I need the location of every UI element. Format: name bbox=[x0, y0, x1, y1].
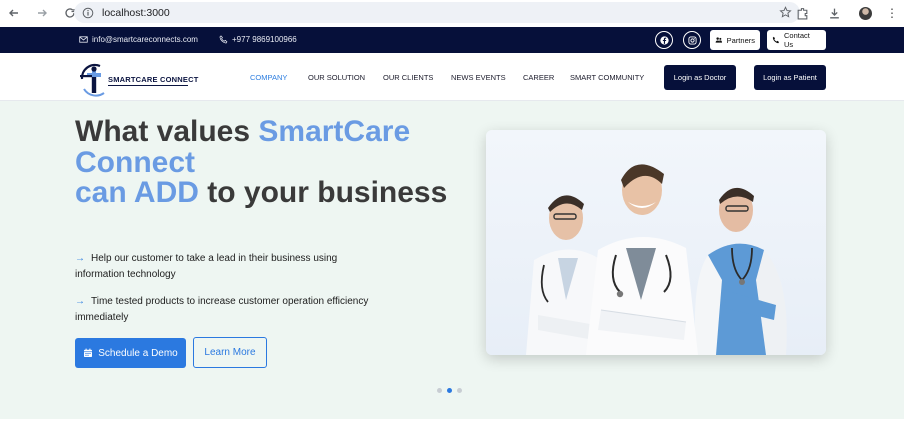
carousel-dot[interactable] bbox=[437, 388, 442, 393]
arrow-right-icon: → bbox=[75, 296, 85, 307]
mail-icon bbox=[79, 36, 88, 43]
doctors-illustration bbox=[526, 164, 787, 355]
calendar-icon bbox=[84, 348, 93, 357]
forward-icon[interactable] bbox=[35, 6, 49, 20]
url-text[interactable]: localhost:3000 bbox=[102, 7, 170, 19]
nav-smart-community[interactable]: SMART COMMUNITY bbox=[570, 73, 644, 82]
schedule-demo-button[interactable]: Schedule a Demo bbox=[75, 338, 186, 368]
users-icon bbox=[715, 37, 723, 43]
contact-us-button[interactable]: Contact Us bbox=[767, 30, 826, 50]
nav-career[interactable]: CAREER bbox=[523, 73, 554, 82]
site-info-icon[interactable] bbox=[82, 7, 94, 19]
headline-part-4: to your business bbox=[198, 176, 448, 209]
carousel-dot[interactable] bbox=[457, 388, 462, 393]
bookmark-star-icon[interactable] bbox=[779, 6, 792, 19]
nav-our-clients[interactable]: OUR CLIENTS bbox=[383, 73, 433, 82]
nav-our-solution[interactable]: OUR SOLUTION bbox=[308, 73, 365, 82]
partners-button[interactable]: Partners bbox=[710, 30, 760, 50]
learn-more-button[interactable]: Learn More bbox=[193, 337, 267, 368]
arrow-right-icon: → bbox=[75, 253, 85, 264]
email-link[interactable]: info@smartcareconnects.com bbox=[79, 35, 198, 44]
partners-label: Partners bbox=[726, 35, 755, 45]
logo-underline bbox=[108, 85, 188, 86]
carousel-indicators bbox=[437, 388, 467, 393]
top-info-bar: info@smartcareconnects.com +977 98691009… bbox=[0, 27, 904, 53]
address-bar[interactable]: localhost:3000 bbox=[74, 2, 800, 23]
hero-headline: What values SmartCare Connect can ADD to… bbox=[75, 115, 455, 209]
bullet-text: Help our customer to take a lead in thei… bbox=[75, 253, 338, 280]
logo-text: SMARTCARE CONNECT bbox=[108, 75, 199, 84]
nav-company[interactable]: COMPANY bbox=[250, 73, 287, 82]
hero-section: What values SmartCare Connect can ADD to… bbox=[0, 101, 904, 419]
phone-link[interactable]: +977 9869100966 bbox=[219, 35, 297, 44]
extensions-icon[interactable] bbox=[795, 6, 809, 20]
hero-bullet: → Help our customer to take a lead in the… bbox=[75, 251, 375, 282]
facebook-icon[interactable] bbox=[655, 31, 673, 49]
phone-icon bbox=[219, 35, 228, 44]
phone-text: +977 9869100966 bbox=[232, 35, 297, 44]
carousel-dot-active[interactable] bbox=[447, 388, 452, 393]
headline-part-1: What values bbox=[75, 115, 259, 148]
instagram-icon[interactable] bbox=[683, 31, 701, 49]
more-menu-icon[interactable]: ⋮ bbox=[886, 6, 898, 20]
login-patient-button[interactable]: Login as Patient bbox=[754, 65, 826, 90]
hero-doctors-image bbox=[486, 130, 826, 355]
back-icon[interactable] bbox=[7, 6, 21, 20]
hero-bullet: → Time tested products to increase custom… bbox=[75, 294, 375, 325]
contact-label: Contact Us bbox=[783, 31, 810, 49]
schedule-demo-label: Schedule a Demo bbox=[98, 347, 178, 359]
main-header: SMARTCARE CONNECT COMPANY OUR SOLUTION O… bbox=[0, 53, 904, 101]
bullet-text: Time tested products to increase custome… bbox=[75, 296, 369, 323]
download-icon[interactable] bbox=[827, 6, 841, 20]
profile-avatar[interactable] bbox=[859, 6, 872, 20]
login-doctor-button[interactable]: Login as Doctor bbox=[664, 65, 736, 90]
headline-part-3: can ADD bbox=[75, 176, 199, 209]
browser-toolbar: localhost:3000 ⋮ bbox=[0, 0, 904, 26]
logo[interactable]: SMARTCARE CONNECT bbox=[74, 59, 198, 97]
phone-icon bbox=[772, 36, 780, 44]
nav-news-events[interactable]: NEWS EVENTS bbox=[451, 73, 506, 82]
email-text: info@smartcareconnects.com bbox=[92, 35, 198, 44]
